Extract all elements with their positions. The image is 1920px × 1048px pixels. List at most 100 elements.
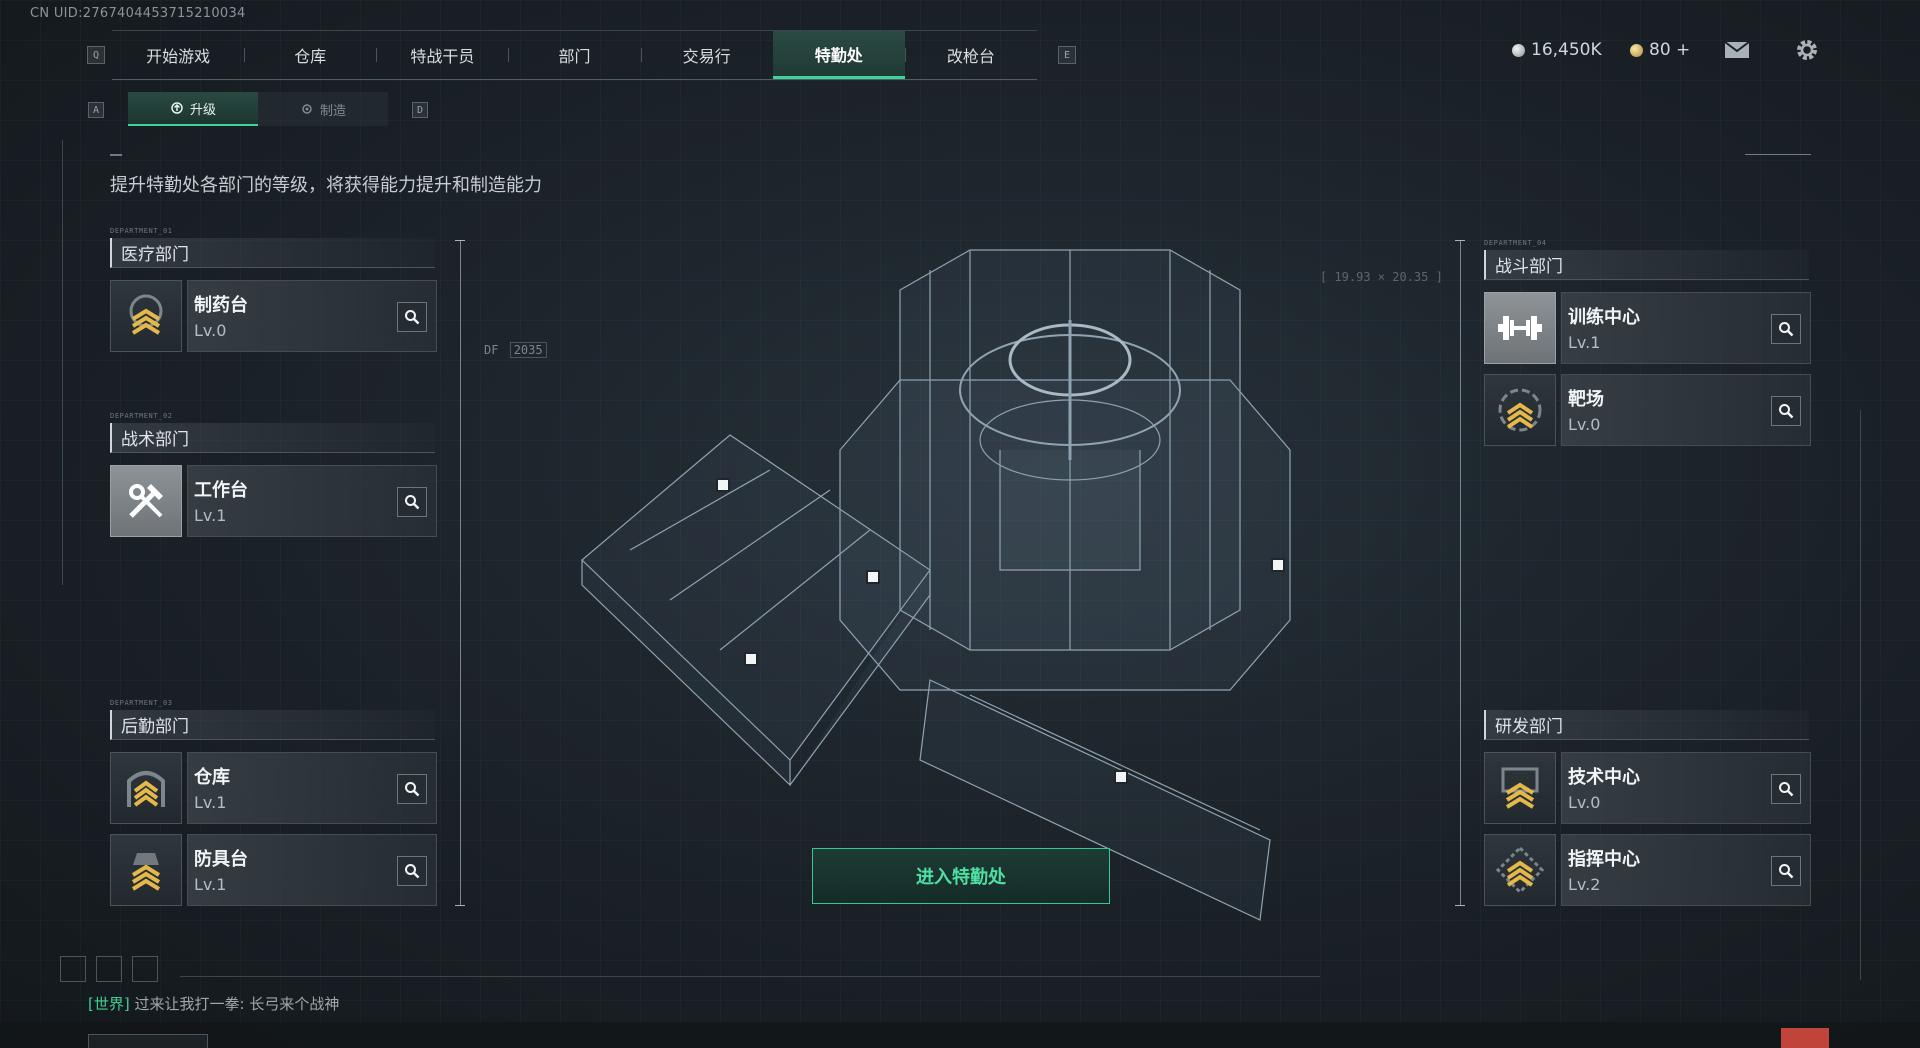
subtabs: 升级 制造 bbox=[128, 92, 388, 126]
hotspot-marker[interactable] bbox=[1114, 770, 1128, 784]
chat-input[interactable] bbox=[88, 1034, 208, 1048]
search-button[interactable] bbox=[397, 487, 427, 517]
bracket-cap bbox=[455, 240, 465, 241]
tab-warehouse[interactable]: 仓库 bbox=[244, 31, 376, 79]
hud-coords: [ 19.93 × 20.35 ] bbox=[1320, 270, 1443, 284]
facility-card[interactable]: 工作台 Lv.1 bbox=[110, 465, 437, 537]
tab-operators[interactable]: 特战干员 bbox=[376, 31, 508, 79]
enter-special-ops-button[interactable]: 进入特勤处 bbox=[812, 848, 1110, 904]
hotspot-marker[interactable] bbox=[716, 478, 730, 492]
tab-special-ops[interactable]: 特勤处 bbox=[772, 31, 905, 79]
subtab-key-left[interactable]: A bbox=[88, 102, 104, 118]
dept-header-research: 研发部门 bbox=[1484, 710, 1809, 740]
upgrade-icon bbox=[171, 102, 183, 114]
facility-card[interactable]: 技术中心 Lv.0 bbox=[1484, 752, 1811, 824]
subtab-craft-label: 制造 bbox=[319, 103, 346, 119]
main-nav: 开始游戏 仓库 特战干员 部门 交易行 特勤处 改枪台 bbox=[112, 30, 1037, 80]
silver-amount: 16,450K bbox=[1531, 40, 1602, 60]
hotspot-marker[interactable] bbox=[744, 652, 758, 666]
nav-key-right[interactable]: E bbox=[1058, 46, 1076, 64]
facility-info: 工作台 Lv.1 bbox=[187, 465, 437, 537]
silver-currency[interactable]: 16,450K bbox=[1512, 40, 1602, 60]
facility-card[interactable]: 训练中心 Lv.1 bbox=[1484, 292, 1811, 364]
subtab-craft[interactable]: 制造 bbox=[258, 92, 388, 126]
facility-info: 制药台 Lv.0 bbox=[187, 280, 437, 352]
facility-info: 靶场 Lv.0 bbox=[1561, 374, 1811, 446]
tab-trading[interactable]: 交易行 bbox=[640, 31, 773, 79]
armor-bench-icon bbox=[110, 834, 182, 906]
mail-icon[interactable] bbox=[1724, 38, 1750, 62]
bracket-cap bbox=[455, 905, 465, 906]
search-icon bbox=[1779, 404, 1794, 419]
special-ops-screen: CN UID:2767404453715210034 Q 开始游戏 仓库 特战干… bbox=[0, 0, 1920, 1048]
search-button[interactable] bbox=[397, 774, 427, 804]
search-button[interactable] bbox=[397, 302, 427, 332]
deco-line-right bbox=[1745, 154, 1811, 155]
pharmacy-icon bbox=[110, 280, 182, 352]
subtab-upgrade-label: 升级 bbox=[189, 102, 216, 118]
workbench-icon bbox=[110, 465, 182, 537]
hotspot-marker[interactable] bbox=[866, 570, 880, 584]
dept-tag: DEPARTMENT_04 bbox=[1484, 239, 1547, 247]
quick-slot[interactable] bbox=[96, 956, 122, 982]
subtab-key-right[interactable]: D bbox=[412, 102, 428, 118]
hud-df-digits: 2035 bbox=[509, 342, 547, 358]
deco-vertical-left bbox=[62, 140, 63, 585]
page-subtitle: 提升特勤处各部门的等级，将获得能力提升和制造能力 bbox=[110, 175, 542, 196]
hud-df-label: DF bbox=[484, 343, 499, 357]
search-button[interactable] bbox=[1771, 856, 1801, 886]
tab-departments[interactable]: 部门 bbox=[508, 31, 640, 79]
facility-card[interactable]: 防具台 Lv.1 bbox=[110, 834, 437, 906]
search-button[interactable] bbox=[397, 856, 427, 886]
subtab-upgrade[interactable]: 升级 bbox=[128, 92, 258, 126]
facility-card[interactable]: 靶场 Lv.0 bbox=[1484, 374, 1811, 446]
search-button[interactable] bbox=[1771, 396, 1801, 426]
warehouse-icon bbox=[110, 752, 182, 824]
silver-coin-icon bbox=[1512, 43, 1525, 57]
search-icon bbox=[405, 782, 420, 797]
chat-channel: [世界] bbox=[88, 995, 130, 1013]
nav-key-left[interactable]: Q bbox=[87, 46, 105, 64]
gear-icon bbox=[302, 104, 312, 114]
gold-currency[interactable]: 80 + bbox=[1630, 40, 1690, 60]
search-button[interactable] bbox=[1771, 774, 1801, 804]
deco-vertical-right bbox=[1860, 410, 1861, 980]
facility-info: 指挥中心 Lv.2 bbox=[1561, 834, 1811, 906]
search-icon bbox=[405, 864, 420, 879]
dept-header-combat: 战斗部门 bbox=[1484, 250, 1809, 280]
facility-info: 训练中心 Lv.1 bbox=[1561, 292, 1811, 364]
avatar[interactable] bbox=[1781, 1028, 1829, 1048]
chat-message[interactable]: [世界] 过来让我打一拳: 长弓来个战神 bbox=[88, 993, 339, 1014]
facility-card[interactable]: 仓库 Lv.1 bbox=[110, 752, 437, 824]
dept-header-tactical: 战术部门 bbox=[110, 423, 435, 453]
settings-icon[interactable] bbox=[1794, 38, 1820, 62]
search-icon bbox=[405, 495, 420, 510]
bracket-cap bbox=[1455, 905, 1465, 906]
facility-info: 仓库 Lv.1 bbox=[187, 752, 437, 824]
dept-header-medical: 医疗部门 bbox=[110, 238, 435, 268]
left-bracket bbox=[460, 240, 461, 905]
facility-card[interactable]: 制药台 Lv.0 bbox=[110, 280, 437, 352]
facility-card[interactable]: 指挥中心 Lv.2 bbox=[1484, 834, 1811, 906]
bracket-cap bbox=[1455, 240, 1465, 241]
dept-tag: DEPARTMENT_03 bbox=[110, 699, 173, 707]
dept-header-logistics: 后勤部门 bbox=[110, 710, 435, 740]
gold-amount: 80 + bbox=[1649, 40, 1691, 60]
search-button[interactable] bbox=[1771, 314, 1801, 344]
search-icon bbox=[1779, 322, 1794, 337]
gold-coin-icon bbox=[1630, 43, 1643, 57]
quick-slot[interactable] bbox=[60, 956, 86, 982]
tab-gunsmith[interactable]: 改枪台 bbox=[904, 31, 1037, 79]
chat-text: 过来让我打一拳: 长弓来个战神 bbox=[134, 995, 340, 1013]
bottom-divider bbox=[180, 976, 1320, 977]
command-center-icon bbox=[1484, 834, 1556, 906]
quick-slot[interactable] bbox=[132, 956, 158, 982]
facility-info: 防具台 Lv.1 bbox=[187, 834, 437, 906]
facility-info: 技术中心 Lv.0 bbox=[1561, 752, 1811, 824]
tab-start-game[interactable]: 开始游戏 bbox=[112, 31, 244, 79]
player-uid: CN UID:2767404453715210034 bbox=[30, 6, 246, 21]
hotspot-marker[interactable] bbox=[1271, 558, 1285, 572]
dept-tag: DEPARTMENT_02 bbox=[110, 412, 173, 420]
deco-dash bbox=[110, 154, 122, 156]
bottom-bar bbox=[0, 1022, 1920, 1048]
